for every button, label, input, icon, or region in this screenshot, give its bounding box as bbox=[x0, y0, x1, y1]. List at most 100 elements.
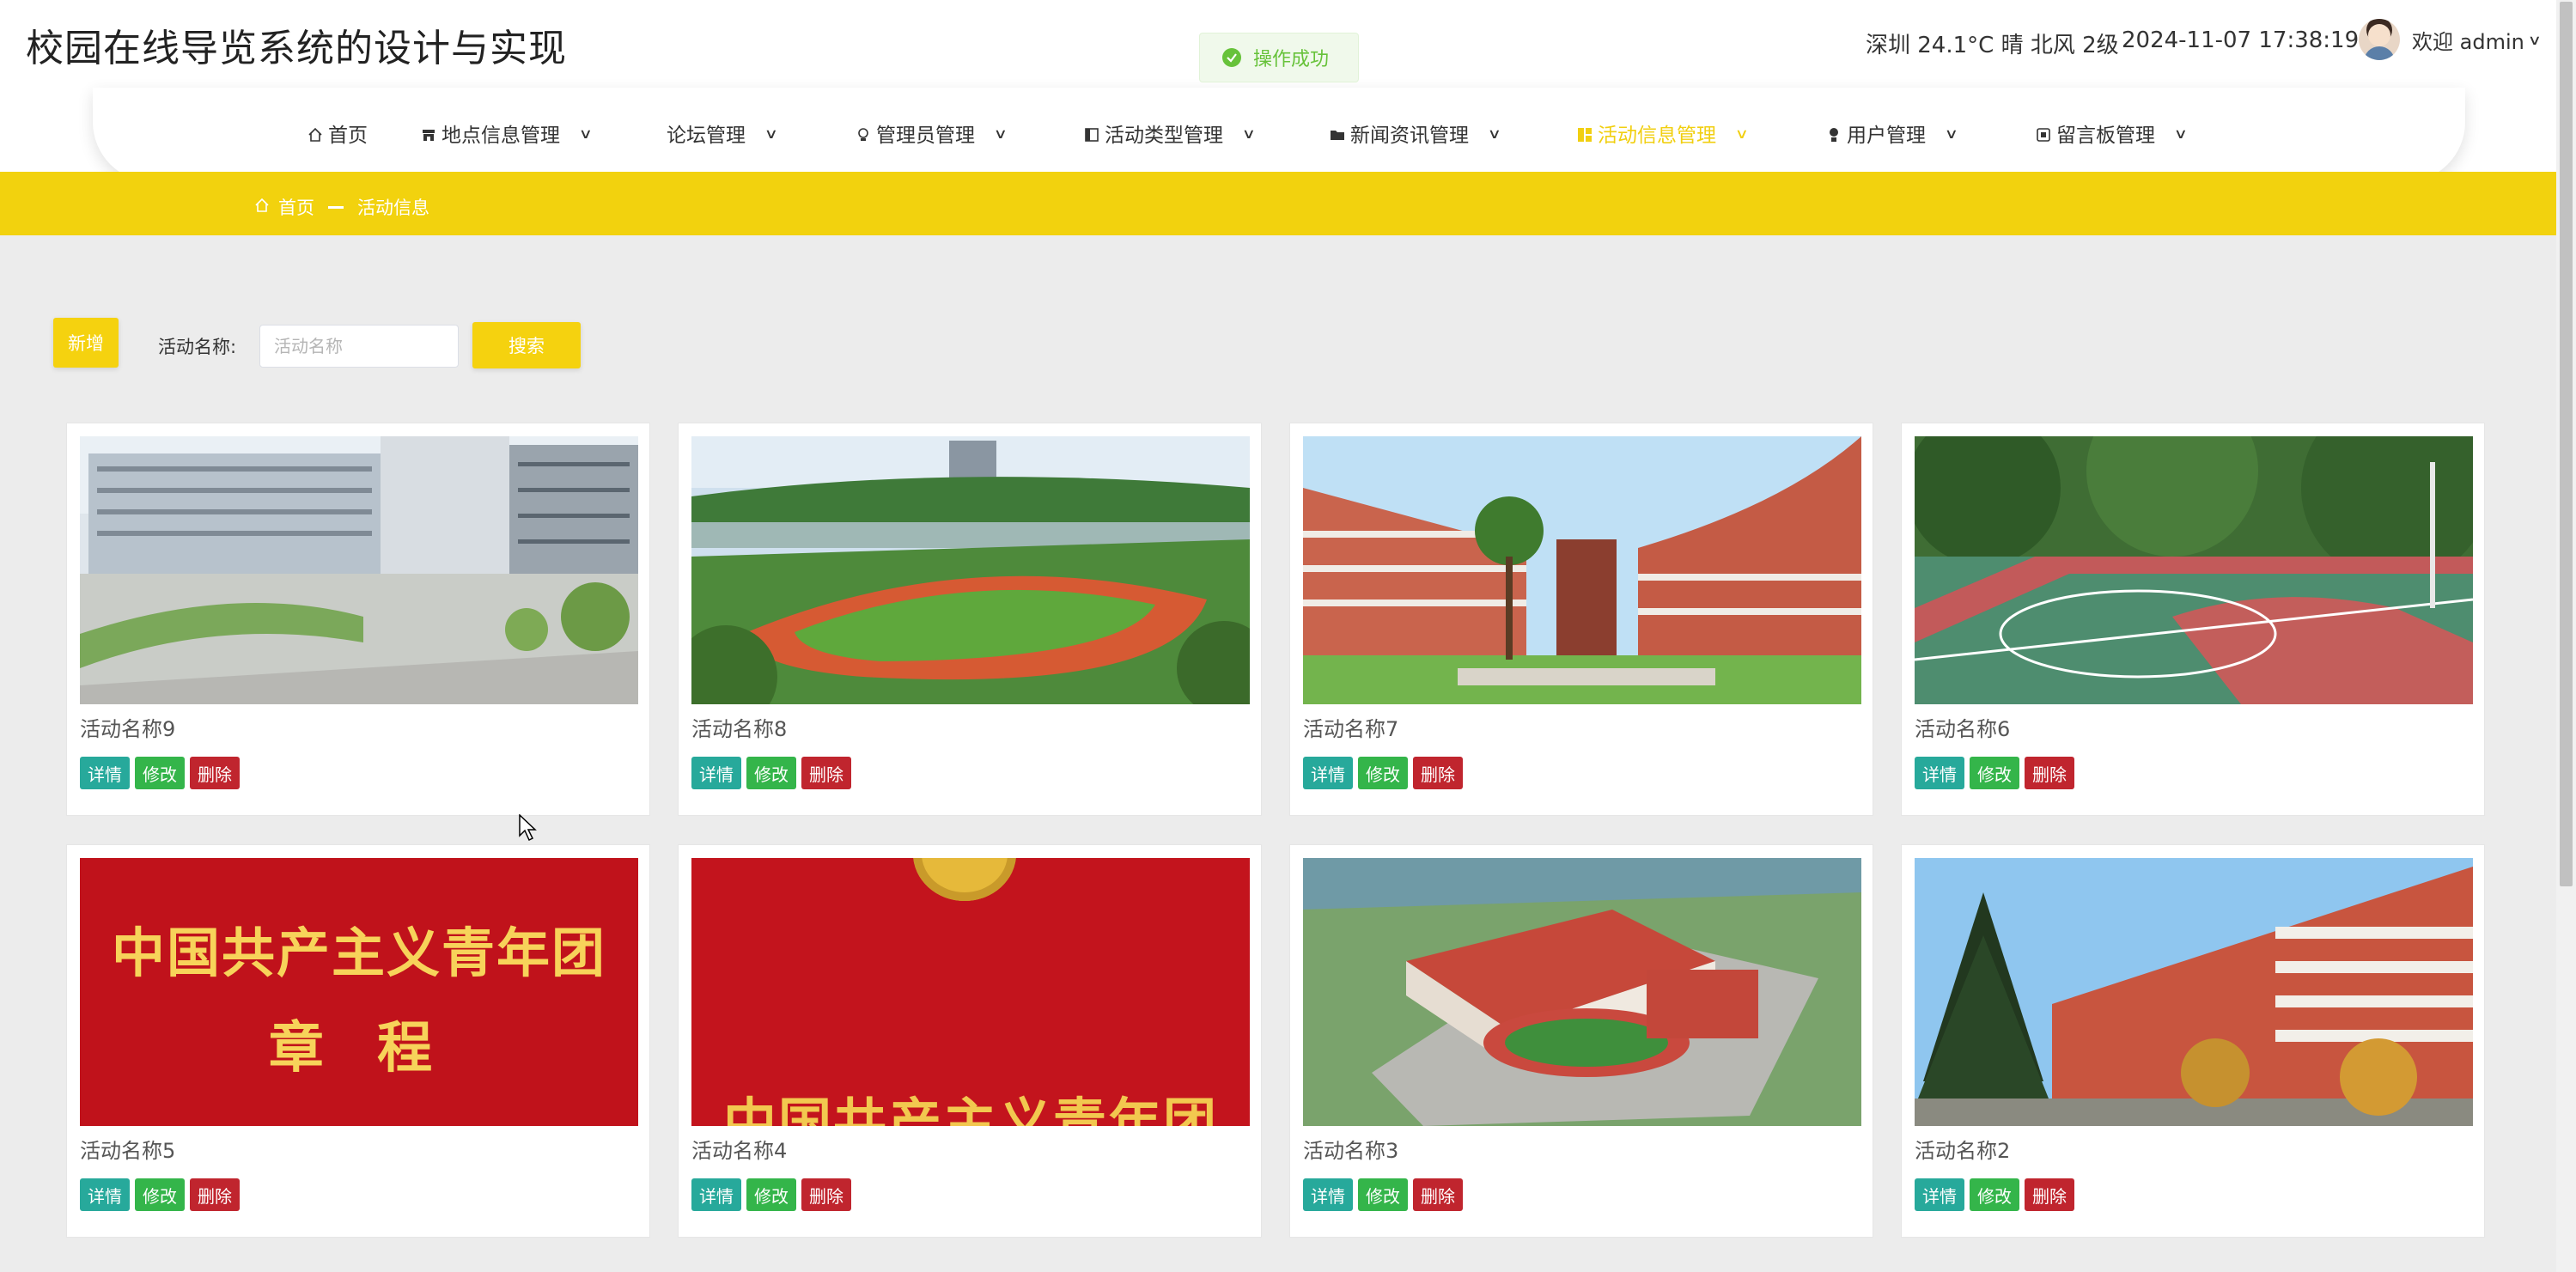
check-circle-icon bbox=[1222, 48, 1241, 67]
home-icon bbox=[308, 125, 323, 142]
delete-button[interactable]: 删除 bbox=[801, 1178, 851, 1211]
user-menu[interactable]: 欢迎 admin ∨ bbox=[2359, 19, 2542, 60]
detail-button[interactable]: 详情 bbox=[691, 1178, 741, 1211]
scrollbar-thumb[interactable] bbox=[2560, 2, 2573, 886]
nav-item-admins[interactable]: 管理员管理 ∨ bbox=[856, 119, 1008, 148]
detail-button[interactable]: 详情 bbox=[80, 757, 130, 789]
chevron-down-icon: ∨ bbox=[1734, 125, 1750, 142]
card-title: 活动名称6 bbox=[1915, 717, 2011, 741]
add-button[interactable]: 新增 bbox=[53, 318, 119, 368]
card-image[interactable] bbox=[80, 436, 638, 704]
activity-card[interactable]: 活动名称9 详情 修改 删除 bbox=[66, 423, 650, 816]
nav-label: 论坛管理 bbox=[667, 125, 746, 147]
page-scrollbar[interactable] bbox=[2556, 0, 2576, 1272]
nav-item-messages[interactable]: 留言板管理 ∨ bbox=[2036, 119, 2189, 148]
bulb-icon bbox=[856, 125, 871, 141]
edit-button[interactable]: 修改 bbox=[1358, 757, 1408, 789]
nav-label: 地点信息管理 bbox=[442, 125, 560, 147]
delete-button[interactable]: 删除 bbox=[801, 757, 851, 789]
toast-text: 操作成功 bbox=[1253, 49, 1330, 70]
datetime: 2024-11-07 17:38:19 bbox=[2122, 27, 2360, 53]
nav-item-news[interactable]: 新闻资讯管理 ∨ bbox=[1330, 119, 1502, 148]
shop-icon bbox=[421, 125, 436, 141]
image-caption: 中国共产主义青年团 bbox=[722, 1092, 1218, 1126]
activity-card[interactable]: 活动名称3 详情 修改 删除 bbox=[1289, 844, 1873, 1238]
detail-button[interactable]: 详情 bbox=[691, 757, 741, 789]
weather-info: 深圳 24.1°C 晴 北风 2级 bbox=[1866, 33, 2119, 58]
nav-label: 新闻资讯管理 bbox=[1350, 125, 1469, 147]
card-title: 活动名称2 bbox=[1915, 1139, 2011, 1163]
card-image[interactable] bbox=[1915, 858, 2473, 1126]
detail-button[interactable]: 详情 bbox=[1915, 757, 1964, 789]
welcome-text: 欢迎 admin bbox=[2412, 29, 2524, 54]
edit-button[interactable]: 修改 bbox=[1970, 1178, 2019, 1211]
breadcrumb-current: 活动信息 bbox=[357, 198, 429, 218]
chevron-down-icon: ∨ bbox=[993, 125, 1008, 142]
activity-card[interactable]: 活动名称6 详情 修改 删除 bbox=[1901, 423, 2485, 816]
card-image[interactable] bbox=[1303, 436, 1861, 704]
edit-button[interactable]: 修改 bbox=[135, 1178, 185, 1211]
chip-icon bbox=[2036, 125, 2051, 142]
card-image[interactable]: 中国共产主义青年团 bbox=[691, 858, 1250, 1126]
delete-button[interactable]: 删除 bbox=[190, 757, 240, 789]
chevron-down-icon: ∨ bbox=[2173, 125, 2189, 142]
delete-button[interactable]: 删除 bbox=[1413, 757, 1463, 789]
panel-icon bbox=[1084, 125, 1099, 142]
card-image[interactable]: 中国共产主义青年团 章 程 bbox=[80, 858, 638, 1126]
edit-button[interactable]: 修改 bbox=[746, 1178, 796, 1211]
activity-card[interactable]: 中国共产主义青年团 活动名称4 详情 修改 删除 bbox=[678, 844, 1262, 1238]
delete-button[interactable]: 删除 bbox=[1413, 1178, 1463, 1211]
chevron-down-icon: ∨ bbox=[578, 125, 594, 142]
edit-button[interactable]: 修改 bbox=[1970, 757, 2019, 789]
breadcrumb-separator bbox=[328, 205, 344, 209]
avatar[interactable] bbox=[2359, 19, 2400, 60]
folder-icon bbox=[1330, 125, 1345, 141]
nav-label: 留言板管理 bbox=[2056, 125, 2155, 147]
activity-card[interactable]: 活动名称2 详情 修改 删除 bbox=[1901, 844, 2485, 1238]
nav-item-users[interactable]: 用户管理 ∨ bbox=[1826, 119, 1959, 148]
card-image[interactable] bbox=[691, 436, 1250, 704]
card-image[interactable] bbox=[1915, 436, 2473, 704]
card-title: 活动名称9 bbox=[80, 717, 176, 741]
card-title: 活动名称8 bbox=[691, 717, 788, 741]
mouse-cursor-icon bbox=[519, 813, 538, 845]
card-title: 活动名称4 bbox=[691, 1139, 788, 1163]
chevron-down-icon: ∨ bbox=[1487, 125, 1502, 142]
breadcrumb: 首页 活动信息 bbox=[254, 194, 429, 220]
detail-button[interactable]: 详情 bbox=[1303, 1178, 1353, 1211]
delete-button[interactable]: 删除 bbox=[2025, 757, 2074, 789]
delete-button[interactable]: 删除 bbox=[2025, 1178, 2074, 1211]
nav-item-activity-types[interactable]: 活动类型管理 ∨ bbox=[1084, 119, 1256, 148]
nav-item-home[interactable]: 首页 bbox=[308, 119, 368, 148]
breadcrumb-home[interactable]: 首页 bbox=[278, 194, 314, 220]
activity-card[interactable]: 活动名称7 详情 修改 删除 bbox=[1289, 423, 1873, 816]
success-toast: 操作成功 bbox=[1199, 33, 1359, 82]
chevron-down-icon: ∨ bbox=[2527, 31, 2542, 48]
delete-button[interactable]: 删除 bbox=[190, 1178, 240, 1211]
image-caption: 中国共产主义青年团 bbox=[111, 922, 606, 984]
activity-card[interactable]: 活动名称8 详情 修改 删除 bbox=[678, 423, 1262, 816]
card-title: 活动名称5 bbox=[80, 1139, 176, 1163]
nav-item-forum[interactable]: 论坛管理 ∨ bbox=[667, 119, 778, 148]
edit-button[interactable]: 修改 bbox=[135, 757, 185, 789]
grid-icon bbox=[1577, 125, 1592, 142]
nav-item-activities[interactable]: 活动信息管理 ∨ bbox=[1577, 119, 1750, 148]
card-title: 活动名称7 bbox=[1303, 717, 1399, 741]
chevron-down-icon: ∨ bbox=[1944, 125, 1959, 142]
user-icon bbox=[1826, 125, 1842, 142]
nav-item-locations[interactable]: 地点信息管理 ∨ bbox=[421, 119, 594, 148]
nav-label: 活动信息管理 bbox=[1598, 125, 1716, 147]
activity-card[interactable]: 中国共产主义青年团 章 程 活动名称5 详情 修改 删除 bbox=[66, 844, 650, 1238]
emblem-icon bbox=[913, 858, 1016, 901]
detail-button[interactable]: 详情 bbox=[1915, 1178, 1964, 1211]
edit-button[interactable]: 修改 bbox=[1358, 1178, 1408, 1211]
home-icon bbox=[254, 197, 270, 217]
nav-label: 首页 bbox=[328, 125, 368, 147]
detail-button[interactable]: 详情 bbox=[80, 1178, 130, 1211]
search-button[interactable]: 搜索 bbox=[472, 322, 581, 368]
card-image[interactable] bbox=[1303, 858, 1861, 1126]
card-title: 活动名称3 bbox=[1303, 1139, 1399, 1163]
search-input[interactable] bbox=[259, 325, 459, 368]
edit-button[interactable]: 修改 bbox=[746, 757, 796, 789]
detail-button[interactable]: 详情 bbox=[1303, 757, 1353, 789]
